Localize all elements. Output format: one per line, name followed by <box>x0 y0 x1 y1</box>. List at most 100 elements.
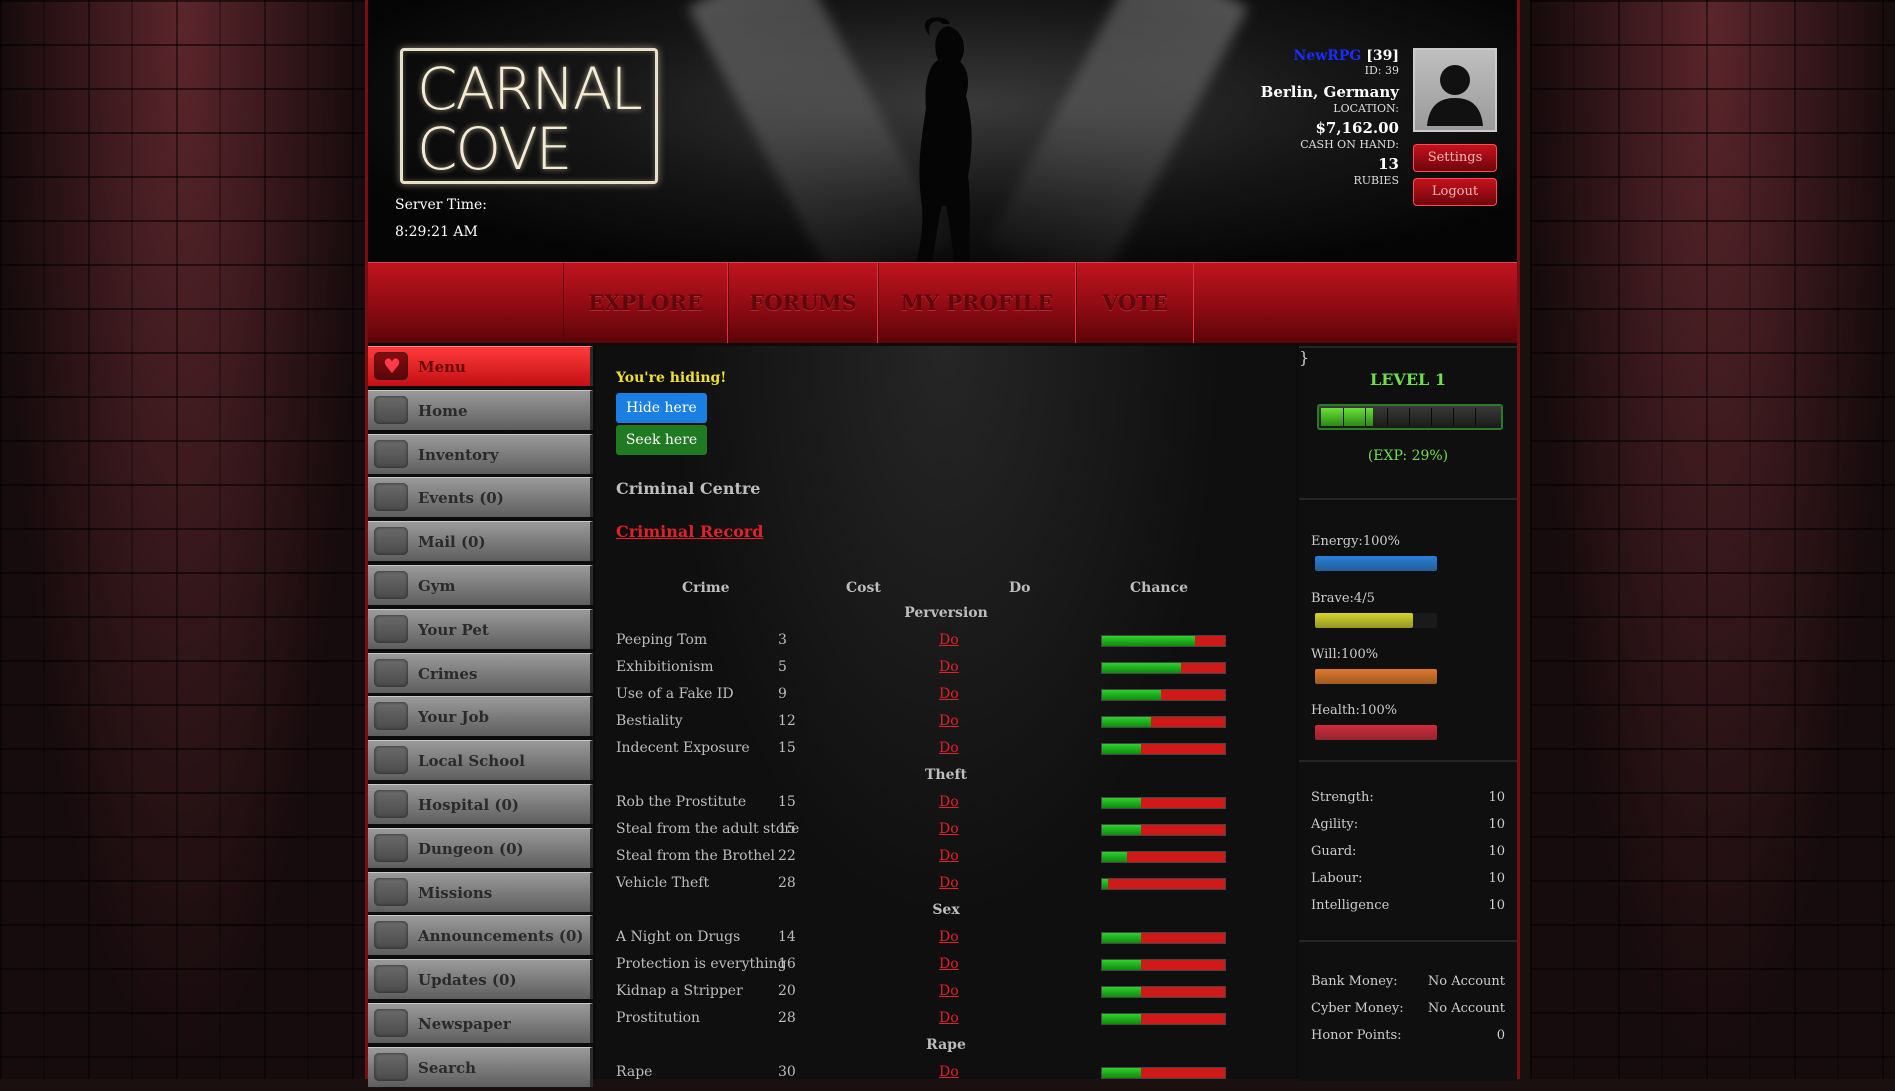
brick-wall-left <box>0 0 365 1079</box>
inventory-icon <box>374 439 408 468</box>
crime-cost: 15 <box>778 740 796 756</box>
stats-box: Strength: 10 Agility: 10 Guard: 10 Labour: 1… <box>1299 760 1517 940</box>
sidebar-item-home[interactable]: Home <box>368 389 593 430</box>
avatar[interactable] <box>1413 48 1497 132</box>
crime-cost: 30 <box>778 1064 796 1080</box>
table-row: Vehicle Theft 28 Do <box>616 875 1256 897</box>
do-crime-link[interactable]: Do <box>939 740 959 756</box>
server-time-value: 8:29:21 AM <box>395 224 478 240</box>
do-crime-link[interactable]: Do <box>939 1010 959 1026</box>
sidebar-item-dungeon[interactable]: Dungeon (0) <box>368 827 593 868</box>
sidebar-item-crimes[interactable]: Crimes <box>368 652 593 693</box>
sidebar-item-inventory[interactable]: Inventory <box>368 433 593 474</box>
chance-bar <box>1101 716 1226 728</box>
table-row: Indecent Exposure 15 Do <box>616 740 1256 762</box>
sidebar-item-menu[interactable]: ♥ Menu <box>368 346 593 386</box>
site-logo[interactable]: CARNAL COVE <box>400 48 658 184</box>
crimes-icon <box>374 658 408 687</box>
chance-bar-fill <box>1102 1014 1142 1024</box>
table-row: Bestiality 12 Do <box>616 713 1256 735</box>
do-crime-link[interactable]: Do <box>939 713 959 729</box>
energy-bar-fill <box>1315 556 1437 571</box>
nav-forums[interactable]: FORUMS <box>728 263 878 343</box>
heart-icon: ♥ <box>383 354 401 378</box>
crime-cost: 28 <box>778 875 796 891</box>
honor-points: Honor Points: 0 <box>1311 1028 1505 1043</box>
do-crime-link[interactable]: Do <box>939 686 959 702</box>
crime-cost: 3 <box>778 632 787 648</box>
do-crime-link[interactable]: Do <box>939 1064 959 1080</box>
chance-bar-fill <box>1102 636 1196 646</box>
nav-my-profile[interactable]: MY PROFILE <box>878 263 1076 343</box>
chance-bar-fill <box>1102 1068 1142 1078</box>
do-crime-link[interactable]: Do <box>939 929 959 945</box>
sidebar-item-search[interactable]: Search <box>368 1046 593 1087</box>
page-title: Criminal Centre <box>616 479 761 498</box>
chance-bar-fill <box>1102 744 1142 754</box>
main-content: You're hiding! Hide here Seek here Crimi… <box>596 346 1296 1080</box>
dungeon-icon <box>374 833 408 862</box>
brave-bar-fill <box>1315 613 1413 628</box>
main-nav: EXPLORE FORUMS MY PROFILE VOTE <box>368 262 1517 343</box>
crime-cost: 22 <box>778 848 796 864</box>
hiding-status: You're hiding! <box>616 370 727 386</box>
do-crime-link[interactable]: Do <box>939 821 959 837</box>
sidebar-item-missions[interactable]: Missions <box>368 871 593 912</box>
sidebar-item-label: Gym <box>418 576 456 595</box>
user-id: ID: 39 <box>1364 64 1399 77</box>
crime-name: Prostitution <box>616 1010 701 1026</box>
nav-vote[interactable]: VOTE <box>1076 263 1194 343</box>
sidebar-item-label: Menu <box>418 358 466 376</box>
sidebar-item-hospital[interactable]: Hospital (0) <box>368 783 593 824</box>
crime-name: Use of a Fake ID <box>616 686 734 702</box>
chance-bar <box>1101 986 1226 998</box>
will-bar-fill <box>1315 669 1437 684</box>
do-crime-link[interactable]: Do <box>939 875 959 891</box>
hide-here-button[interactable]: Hide here <box>616 393 707 423</box>
stat-strength: Strength: 10 <box>1311 790 1505 805</box>
do-crime-link[interactable]: Do <box>939 794 959 810</box>
crime-name: Steal from the Brothel <box>616 848 775 864</box>
level-box: LEVEL 1 (EXP: 29%) } <box>1299 346 1517 498</box>
sidebar-item-label: Announcements (0) <box>418 927 584 946</box>
do-crime-link[interactable]: Do <box>939 983 959 999</box>
logout-button[interactable]: Logout <box>1413 178 1497 206</box>
do-crime-link[interactable]: Do <box>939 956 959 972</box>
search-icon <box>374 1052 408 1081</box>
crime-name: Bestiality <box>616 713 683 729</box>
sidebar-item-announcements[interactable]: Announcements (0) <box>368 915 593 956</box>
sidebar-item-your-pet[interactable]: Your Pet <box>368 608 593 649</box>
exp-bar <box>1317 404 1503 430</box>
school-icon <box>374 746 408 775</box>
avatar-person-icon <box>1427 65 1483 126</box>
menu-icon-frame: ♥ <box>374 352 408 380</box>
do-crime-link[interactable]: Do <box>939 848 959 864</box>
sidebar-item-your-job[interactable]: Your Job <box>368 696 593 737</box>
category-heading: Sex <box>932 902 960 918</box>
nav-explore[interactable]: EXPLORE <box>563 263 728 343</box>
sidebar-item-updates[interactable]: Updates (0) <box>368 959 593 1000</box>
criminal-record-link[interactable]: Criminal Record <box>616 522 763 541</box>
location-label: LOCATION: <box>1333 102 1399 115</box>
do-crime-link[interactable]: Do <box>939 659 959 675</box>
column-header-cost: Cost <box>846 580 881 596</box>
sidebar-item-local-school[interactable]: Local School <box>368 740 593 781</box>
chance-bar <box>1101 635 1226 647</box>
sidebar-item-mail[interactable]: Mail (0) <box>368 521 593 562</box>
table-row: Peeping Tom 3 Do <box>616 632 1256 654</box>
exp-text: (EXP: 29%) <box>1367 448 1449 464</box>
sidebar-item-label: Updates (0) <box>418 971 517 990</box>
sidebar-item-events[interactable]: Events (0) <box>368 477 593 518</box>
chance-bar-fill <box>1102 717 1152 727</box>
energy-bar <box>1315 556 1437 571</box>
stat-labour: Labour: 10 <box>1311 871 1505 886</box>
sidebar-item-newspaper[interactable]: Newspaper <box>368 1002 593 1043</box>
settings-button[interactable]: Settings <box>1413 144 1497 172</box>
user-name-link[interactable]: NewRPG <box>1294 48 1362 64</box>
seek-here-button[interactable]: Seek here <box>616 425 707 455</box>
chance-bar <box>1101 851 1226 863</box>
chance-bar-fill <box>1102 690 1162 700</box>
sidebar-item-gym[interactable]: Gym <box>368 564 593 605</box>
do-crime-link[interactable]: Do <box>939 632 959 648</box>
crime-cost: 5 <box>778 659 787 675</box>
